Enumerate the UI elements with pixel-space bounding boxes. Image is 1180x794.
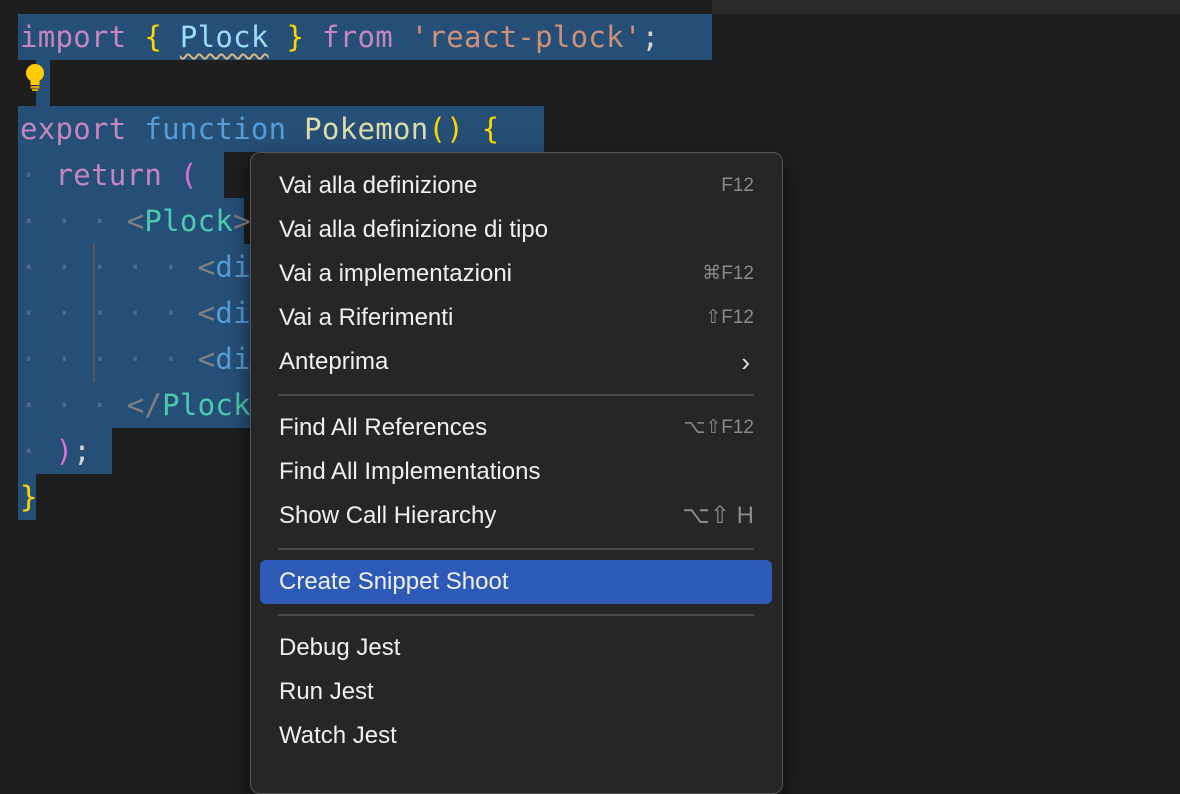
code-line[interactable]: import { Plock } from 'react-plock'; bbox=[20, 14, 659, 60]
code-token: () bbox=[428, 112, 465, 146]
menu-item-debug-jest[interactable]: Debug Jest bbox=[260, 626, 772, 670]
menu-item-shortcut: F12 bbox=[721, 175, 754, 196]
menu-item-create-snippet-shoot[interactable]: Create Snippet Shoot bbox=[260, 560, 772, 604]
code-token: } bbox=[20, 480, 38, 514]
code-token: Plock bbox=[179, 20, 269, 54]
menu-item-vai-a-riferimenti[interactable]: Vai a Riferimenti ⇧F12 bbox=[260, 296, 772, 340]
code-token: < bbox=[197, 296, 216, 330]
code-token: · · · bbox=[20, 388, 127, 422]
menu-item-show-call-hierarchy[interactable]: Show Call Hierarchy ⌥⇧ H bbox=[260, 494, 772, 538]
code-token: return bbox=[55, 158, 163, 192]
menu-item-label: Find All References bbox=[279, 414, 488, 441]
menu-item-label: Find All Implementations bbox=[279, 458, 541, 485]
code-token: Plock bbox=[144, 204, 234, 238]
menu-item-label: Vai alla definizione bbox=[279, 172, 478, 199]
menu-item-watch-jest[interactable]: Watch Jest bbox=[260, 714, 772, 758]
code-line[interactable]: · ); bbox=[20, 428, 91, 474]
code-token: ; bbox=[73, 434, 92, 468]
code-token: · · · · · bbox=[20, 342, 198, 376]
code-token: { bbox=[481, 112, 500, 146]
code-token: 'react-plock' bbox=[410, 20, 642, 54]
menu-item-label: Vai alla definizione di tipo bbox=[279, 216, 549, 243]
code-token: · · · bbox=[20, 204, 127, 238]
code-token: export bbox=[20, 112, 127, 146]
code-line[interactable]: · · · </Plock> bbox=[20, 382, 269, 428]
code-token: · bbox=[20, 158, 56, 192]
chevron-right-icon: › bbox=[741, 347, 750, 377]
code-token: < bbox=[126, 204, 145, 238]
menu-item-vai-alla-definizione-di-tipo[interactable]: Vai alla definizione di tipo bbox=[260, 208, 772, 252]
menu-item-find-all-implementations[interactable]: Find All Implementations bbox=[260, 450, 772, 494]
code-token: ( bbox=[179, 158, 198, 192]
code-line[interactable]: } bbox=[20, 474, 38, 520]
menu-separator bbox=[278, 394, 754, 396]
menu-item-vai-a-implementazioni[interactable]: Vai a implementazioni ⌘F12 bbox=[260, 252, 772, 296]
editor-top-strip bbox=[712, 0, 1180, 14]
menu-item-label: Watch Jest bbox=[279, 722, 397, 749]
menu-item-label: Vai a implementazioni bbox=[279, 260, 513, 287]
code-line[interactable]: export function Pokemon() { bbox=[20, 106, 500, 152]
code-token: { bbox=[144, 20, 163, 54]
menu-item-label: Create Snippet Shoot bbox=[279, 568, 509, 595]
code-token: ) bbox=[55, 434, 74, 468]
code-line[interactable]: · · · <Plock> bbox=[20, 198, 251, 244]
menu-separator bbox=[278, 548, 754, 550]
menu-item-shortcut: ⇧F12 bbox=[705, 307, 754, 328]
code-token: · bbox=[20, 434, 56, 468]
code-token: </ bbox=[126, 388, 163, 422]
context-menu: Vai alla definizione F12 Vai alla definizi… bbox=[250, 152, 783, 794]
menu-item-shortcut: ⌥⇧ H bbox=[682, 502, 754, 529]
menu-item-label: Run Jest bbox=[279, 678, 374, 705]
menu-item-label: Vai a Riferimenti bbox=[279, 304, 454, 331]
menu-item-shortcut: ⌘F12 bbox=[702, 263, 754, 284]
code-token: import bbox=[20, 20, 127, 54]
menu-item-anteprima[interactable]: Anteprima › bbox=[260, 340, 772, 384]
code-token: function bbox=[144, 112, 287, 146]
code-line[interactable]: · return ( bbox=[20, 152, 198, 198]
menu-item-run-jest[interactable]: Run Jest bbox=[260, 670, 772, 714]
code-token: · · · · · bbox=[20, 296, 198, 330]
code-token: } bbox=[286, 20, 305, 54]
menu-item-label: Show Call Hierarchy bbox=[279, 502, 497, 529]
menu-item-label: Anteprima bbox=[279, 348, 389, 375]
code-token: Pokemon bbox=[304, 112, 429, 146]
menu-item-shortcut: ⌥⇧F12 bbox=[683, 417, 754, 438]
menu-item-label: Debug Jest bbox=[279, 634, 401, 661]
code-token: > bbox=[233, 204, 251, 238]
lightbulb-icon[interactable] bbox=[22, 62, 48, 92]
code-token: from bbox=[321, 20, 394, 54]
menu-item-vai-alla-definizione[interactable]: Vai alla definizione F12 bbox=[260, 164, 772, 208]
code-token: ; bbox=[641, 20, 660, 54]
menu-separator bbox=[278, 614, 754, 616]
code-token: < bbox=[197, 342, 216, 376]
menu-item-find-all-references[interactable]: Find All References ⌥⇧F12 bbox=[260, 406, 772, 450]
code-token: Plock bbox=[162, 388, 251, 422]
code-token: · · · · · bbox=[20, 250, 198, 284]
code-token: < bbox=[197, 250, 216, 284]
